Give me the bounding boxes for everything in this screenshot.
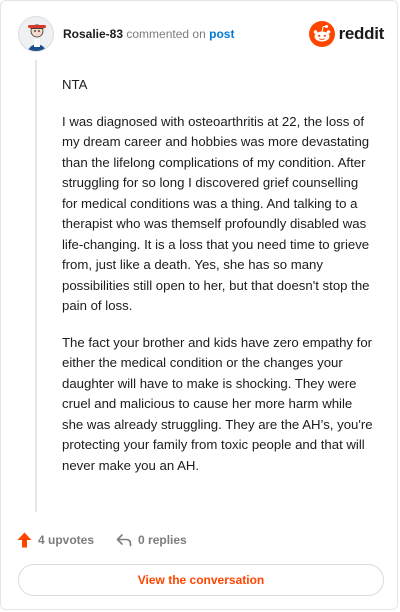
avatar[interactable] [18, 16, 54, 52]
reddit-logo-icon [308, 21, 335, 47]
username[interactable]: Rosalie-83 [63, 27, 123, 41]
comment-paragraph: The fact your brother and kids have zero… [62, 334, 373, 473]
comment-meta: Rosalie-83 commented on post [63, 27, 234, 41]
avatar-icon [20, 18, 53, 51]
comment-actions: 4 upvotes 0 replies [17, 529, 187, 551]
post-link[interactable]: post [209, 27, 234, 41]
reply-count: 0 replies [138, 533, 187, 547]
comment-body: NTA I was diagnosed with osteoarthritis … [62, 75, 374, 492]
upvote-button[interactable]: 4 upvotes [17, 532, 94, 548]
action-text: commented on [126, 27, 206, 41]
comment-paragraph: NTA [62, 77, 88, 92]
reddit-brand[interactable]: reddit [308, 20, 385, 48]
reply-arrow-icon [116, 534, 132, 547]
comment-card: Rosalie-83 commented on post reddit NTA … [0, 0, 398, 610]
view-conversation-button[interactable]: View the conversation [18, 564, 384, 596]
comment-header: Rosalie-83 commented on post reddit [18, 16, 384, 52]
upvote-count: 4 upvotes [38, 533, 95, 547]
reddit-wordmark: reddit [338, 24, 385, 43]
thread-line [35, 60, 37, 512]
upvote-arrow-icon [17, 532, 32, 548]
comment-paragraph: I was diagnosed with osteoarthritis at 2… [62, 113, 370, 314]
replies-button[interactable]: 0 replies [116, 533, 187, 547]
